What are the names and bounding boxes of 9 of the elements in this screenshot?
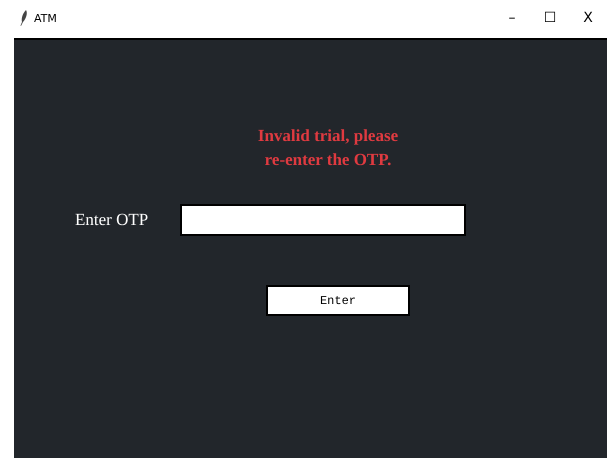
- maximize-button[interactable]: ☐: [531, 10, 569, 26]
- error-message: Invalid trial, please re-enter the OTP.: [256, 125, 400, 171]
- otp-label: Enter OTP: [75, 210, 150, 230]
- window-title: ATM: [34, 12, 57, 24]
- otp-field[interactable]: [180, 204, 466, 236]
- minimize-button[interactable]: –: [493, 10, 531, 26]
- enter-button[interactable]: Enter: [266, 285, 410, 316]
- close-button[interactable]: X: [569, 10, 607, 26]
- feather-icon: [20, 10, 28, 26]
